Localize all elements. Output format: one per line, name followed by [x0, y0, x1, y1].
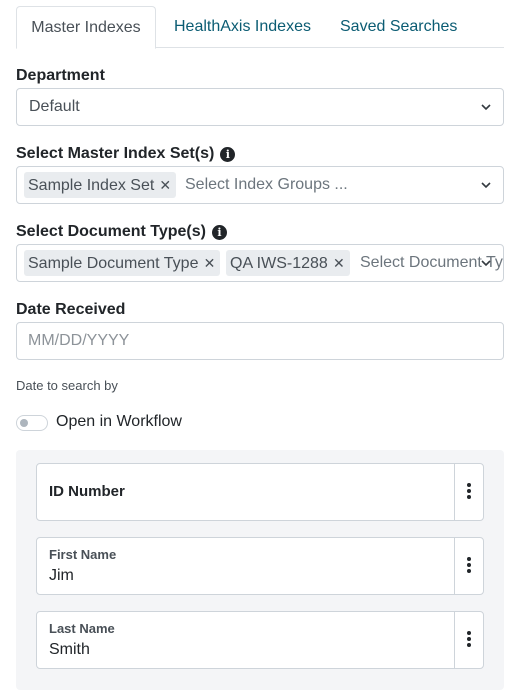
last-name-field[interactable]: Last Name Smith — [36, 611, 484, 669]
pill-label: QA IWS-1288 — [230, 255, 328, 272]
chevron-down-icon — [481, 102, 491, 112]
info-icon[interactable]: i — [211, 225, 227, 240]
master-index-sets-select[interactable]: Sample Index Set ✕ Select Index Groups ..… — [16, 166, 504, 204]
chevron-down-icon — [481, 258, 491, 268]
tab-master-indexes[interactable]: Master Indexes — [16, 6, 156, 49]
first-name-value[interactable]: Jim — [49, 567, 74, 585]
selected-document-type-pill: QA IWS-1288 ✕ — [226, 250, 350, 276]
first-name-field[interactable]: First Name Jim — [36, 537, 484, 595]
open-in-workflow-label: Open in Workflow — [56, 413, 182, 430]
id-number-label: ID Number — [49, 483, 125, 500]
info-icon[interactable]: i — [220, 147, 236, 162]
open-in-workflow-toggle[interactable] — [16, 415, 48, 431]
tab-healthaxis-indexes[interactable]: HealthAxis Indexes — [174, 6, 311, 48]
search-tabs: Master Indexes HealthAxis Indexes Saved … — [16, 6, 504, 49]
last-name-label: Last Name — [49, 621, 115, 636]
kebab-menu-icon[interactable] — [454, 464, 483, 520]
date-received-input[interactable] — [16, 322, 504, 360]
id-number-field[interactable]: ID Number — [36, 463, 484, 521]
document-types-label-text: Select Document Type(s) — [16, 223, 206, 240]
document-types-label: Select Document Type(s) i — [16, 223, 227, 241]
pill-label: Sample Document Type — [28, 255, 199, 272]
selected-document-type-pill: Sample Document Type ✕ — [24, 250, 221, 276]
kebab-menu-icon[interactable] — [454, 538, 483, 594]
master-index-sets-label: Select Master Index Set(s) i — [16, 145, 236, 163]
first-name-label: First Name — [49, 547, 117, 562]
tab-saved-searches[interactable]: Saved Searches — [340, 6, 457, 48]
document-types-select[interactable]: Sample Document Type ✕ QA IWS-1288 ✕ Selec… — [16, 244, 504, 282]
last-name-value[interactable]: Smith — [49, 641, 90, 659]
date-received-label: Date Received — [16, 301, 126, 318]
index-fields-panel: ID Number First Name Jim Last Name Smith — [16, 450, 504, 690]
selected-index-set-pill: Sample Index Set ✕ — [24, 172, 177, 198]
kebab-menu-icon[interactable] — [454, 612, 483, 668]
department-select[interactable]: Default — [16, 88, 504, 126]
date-helper-text: Date to search by — [16, 378, 118, 393]
close-icon[interactable]: ✕ — [328, 250, 350, 276]
master-index-sets-label-text: Select Master Index Set(s) — [16, 145, 215, 162]
chevron-down-icon — [481, 180, 491, 190]
department-label: Department — [16, 67, 105, 84]
close-icon[interactable]: ✕ — [198, 250, 220, 276]
department-value: Default — [29, 98, 80, 115]
index-groups-placeholder[interactable]: Select Index Groups ... — [185, 167, 348, 203]
toggle-knob — [20, 419, 28, 427]
close-icon[interactable]: ✕ — [154, 172, 176, 198]
pill-label: Sample Index Set — [28, 177, 155, 194]
